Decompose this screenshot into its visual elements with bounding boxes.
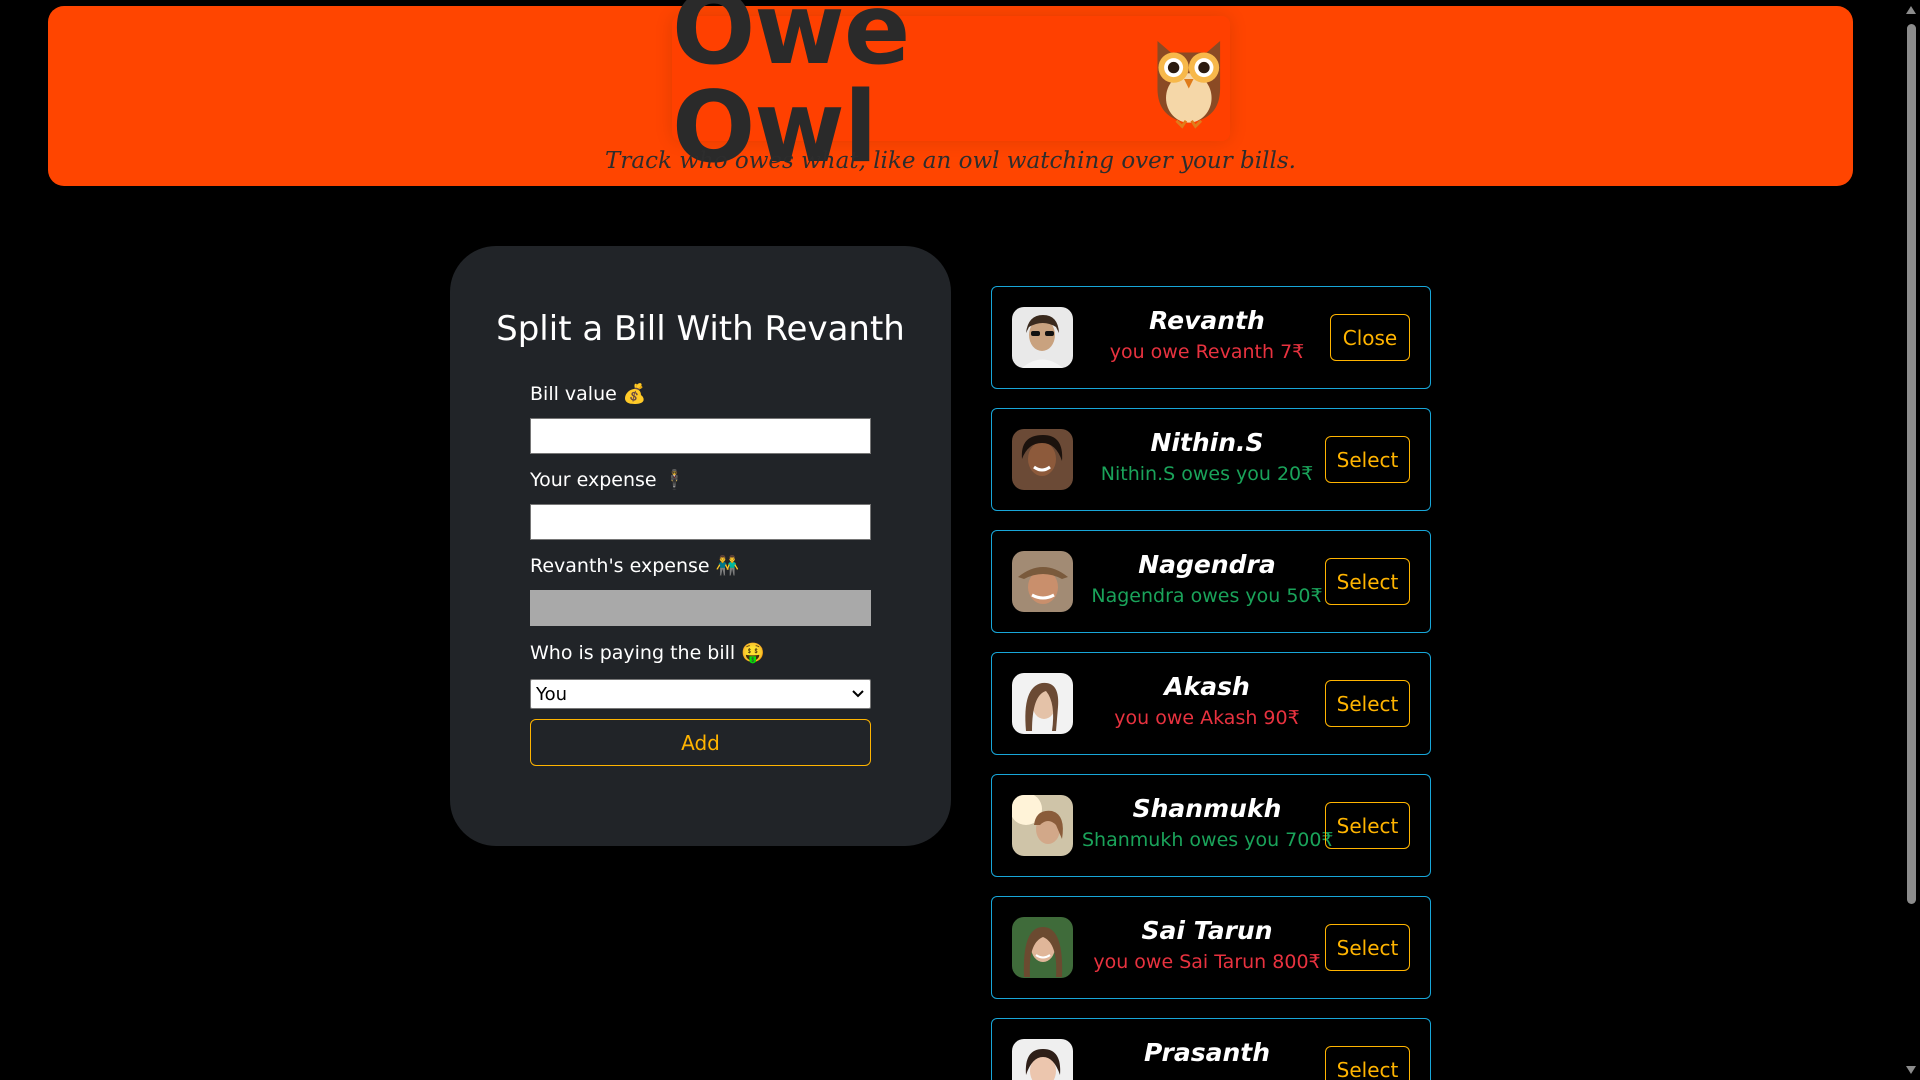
friend-card: Nithin.S Nithin.S owes you 20₹ Select	[991, 408, 1431, 511]
chevron-down-icon	[852, 690, 864, 698]
friend-name: Revanth	[1149, 306, 1265, 335]
close-button[interactable]: Close	[1330, 314, 1410, 361]
payer-select[interactable]: You	[530, 679, 871, 709]
owl-icon	[1157, 40, 1221, 129]
select-button[interactable]: Select	[1325, 1046, 1410, 1080]
bill-value-input[interactable]	[530, 418, 871, 454]
avatar	[1012, 551, 1073, 612]
bill-value-label: Bill value 💰	[530, 383, 647, 405]
avatar	[1012, 917, 1073, 978]
app-subtitle: Track who owes what, like an owl watchin…	[605, 148, 1296, 174]
friend-card: Prasanth Select	[991, 1018, 1431, 1080]
friend-expense-input	[530, 590, 871, 626]
form-title: Split a Bill With Revanth	[496, 309, 905, 349]
avatar	[1012, 307, 1073, 368]
your-expense-label: Your expense 🕴	[530, 469, 687, 491]
friend-balance: Nagendra owes you 50₹	[1091, 585, 1323, 607]
friend-name: Shanmukh	[1132, 794, 1282, 823]
avatar	[1012, 795, 1073, 856]
select-button[interactable]: Select	[1325, 924, 1410, 971]
scroll-thumb[interactable]	[1907, 24, 1916, 904]
friend-card: Revanth you owe Revanth 7₹ Close	[991, 286, 1431, 389]
friend-balance: you owe Akash 90₹	[1114, 707, 1300, 729]
friend-balance: you owe Revanth 7₹	[1109, 341, 1305, 363]
payer-label: Who is paying the bill 🤑	[530, 642, 765, 664]
friend-name: Nagendra	[1138, 550, 1276, 579]
split-bill-form: Split a Bill With Revanth Bill value 💰 Y…	[450, 246, 951, 846]
friend-card: Sai Tarun you owe Sai Tarun 800₹ Select	[991, 896, 1431, 999]
avatar	[1012, 429, 1073, 490]
avatar	[1012, 1039, 1073, 1080]
page-scrollbar[interactable]	[1902, 0, 1920, 1080]
avatar	[1012, 673, 1073, 734]
add-button[interactable]: Add	[530, 719, 871, 766]
friend-balance: Nithin.S owes you 20₹	[1100, 463, 1314, 485]
select-button[interactable]: Select	[1325, 436, 1410, 483]
friend-card: Akash you owe Akash 90₹ Select	[991, 652, 1431, 755]
friend-expense-label: Revanth's expense 👬	[530, 555, 740, 577]
payer-select-value: You	[536, 683, 568, 705]
select-button[interactable]: Select	[1325, 802, 1410, 849]
select-button[interactable]: Select	[1325, 558, 1410, 605]
title-banner: Owe Owl	[672, 0, 1230, 177]
friend-balance: Shanmukh owes you 700₹	[1082, 829, 1334, 851]
friend-name: Nithin.S	[1150, 428, 1264, 457]
friend-name: Akash	[1164, 672, 1250, 701]
friend-name: Prasanth	[1143, 1038, 1271, 1067]
scroll-up-icon[interactable]	[1906, 6, 1916, 14]
friend-balance: you owe Sai Tarun 800₹	[1093, 951, 1321, 973]
friend-card: Nagendra Nagendra owes you 50₹ Select	[991, 530, 1431, 633]
select-button[interactable]: Select	[1325, 680, 1410, 727]
friend-name: Sai Tarun	[1141, 916, 1273, 945]
your-expense-input[interactable]	[530, 504, 871, 540]
scroll-down-icon[interactable]	[1906, 1066, 1916, 1074]
app-header: Owe Owl Track who owes what, like an owl…	[48, 0, 1853, 186]
friend-card: Shanmukh Shanmukh owes you 700₹ Select	[991, 774, 1431, 877]
